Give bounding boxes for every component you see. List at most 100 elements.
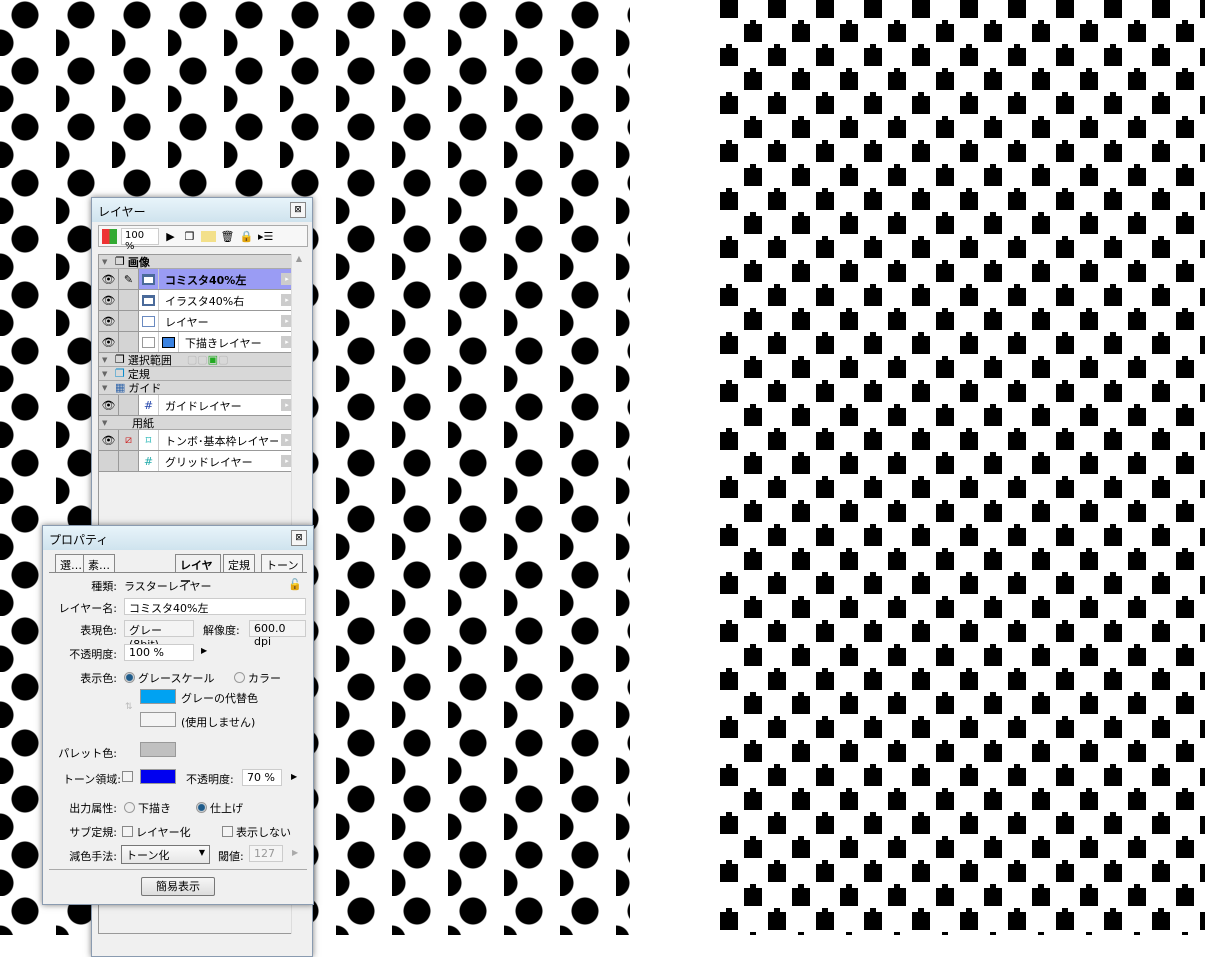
close-icon[interactable]: ⊠	[290, 202, 306, 218]
edit-slot[interactable]	[119, 311, 139, 331]
collapse-icon[interactable]: ▼	[102, 356, 112, 364]
layer-thumb-icon	[139, 269, 159, 289]
lock-icon[interactable]: 🔒	[239, 229, 254, 244]
palette-color-swatch[interactable]	[140, 742, 176, 757]
draft-layer-icon	[159, 332, 179, 352]
tone-opacity-input[interactable]: 70 %	[242, 769, 282, 786]
layer-panel-title: レイヤー	[98, 205, 146, 219]
threshold-arrow-icon[interactable]: ▶	[292, 848, 298, 857]
tab-layer[interactable]: レイヤー	[175, 554, 221, 588]
divider	[49, 869, 307, 870]
selection-icon: ❐	[115, 353, 125, 366]
to-layer-checkbox[interactable]: レイヤー化	[122, 824, 191, 840]
opacity-label: 不透明度:	[69, 648, 117, 661]
eye-icon[interactable]: 👁	[99, 290, 119, 310]
resolution-label: 解像度:	[203, 624, 240, 637]
eye-icon[interactable]: 👁	[99, 332, 119, 352]
tone-opacity-label: 不透明度:	[186, 773, 234, 786]
folder-icon[interactable]	[201, 230, 216, 242]
layer-row[interactable]: # グリッドレイヤー ▸	[99, 451, 296, 472]
lock-icon[interactable]: 🔓	[288, 578, 302, 591]
opacity-arrow-icon[interactable]: ▶	[163, 229, 178, 244]
unused-color-swatch[interactable]	[140, 712, 176, 727]
swap-icon[interactable]: ⇅	[125, 702, 133, 712]
group-guide[interactable]: ▼ ▦ ガイド	[99, 381, 296, 395]
group-label: 用紙	[132, 416, 154, 430]
layer-name: レイヤー	[165, 316, 209, 329]
tab-material[interactable]: 素…	[83, 554, 115, 573]
eye-icon[interactable]: 👁	[99, 311, 119, 331]
checkbox-label: 表示しない	[236, 826, 291, 839]
layer-row[interactable]: 👁 ✎ コミスタ40%左 ▸	[99, 269, 296, 290]
new-layer-icon[interactable]: ❐	[182, 229, 197, 244]
layer-panel-titlebar[interactable]: レイヤー ⊠	[92, 198, 312, 222]
layer-name: グリッドレイヤー	[165, 456, 253, 469]
group-image[interactable]: ▼ ❐ 画像	[99, 255, 296, 269]
trash-icon[interactable]: 🗑	[220, 229, 235, 244]
layer-row[interactable]: 👁 下描きレイヤー ▸	[99, 332, 296, 353]
layer-row[interactable]: 👁 イラスタ40%右 ▸	[99, 290, 296, 311]
reduce-method-select[interactable]: トーン化 ▼	[121, 845, 210, 864]
tone-opacity-arrow-icon[interactable]: ▶	[291, 772, 297, 781]
tab-tone[interactable]: トーン	[261, 554, 304, 573]
group-label: ガイド	[128, 381, 162, 395]
opacity-slider-arrow-icon[interactable]: ▶	[201, 646, 207, 655]
radio-draft[interactable]: 下描き	[124, 800, 171, 816]
layer-row[interactable]: 👁 ⧄ ⌑ トンボ･基本枠レイヤー ▸	[99, 430, 296, 451]
edit-slot[interactable]	[119, 451, 139, 471]
panel-menu-icon[interactable]: ▸☰	[258, 229, 273, 244]
properties-titlebar[interactable]: プロパティ ⊠	[43, 526, 313, 550]
sub-ruler-label: サブ定規:	[69, 826, 117, 839]
edit-slot[interactable]	[119, 332, 139, 352]
layer-row[interactable]: 👁 # ガイドレイヤー ▸	[99, 395, 296, 416]
opacity-input[interactable]: 100 %	[124, 644, 194, 661]
color-mode-value: グレー(8bit)	[124, 620, 194, 651]
edit-slot[interactable]	[119, 395, 139, 415]
threshold-input[interactable]: 127	[249, 845, 283, 862]
grid-layer-icon: #	[139, 451, 159, 471]
no-edit-icon[interactable]: ⧄	[119, 430, 139, 450]
layer-thumb-icon	[139, 311, 159, 331]
edit-slot[interactable]	[119, 290, 139, 310]
reduce-method-label: 減色手法:	[69, 850, 117, 863]
collapse-icon[interactable]: ▼	[102, 258, 112, 266]
layer-row[interactable]: 👁 レイヤー ▸	[99, 311, 296, 332]
hide-checkbox[interactable]: 表示しない	[222, 824, 291, 840]
guide-icon: ▦	[115, 381, 126, 394]
eye-icon[interactable]: 👁	[99, 269, 119, 289]
radio-label: 下描き	[138, 802, 171, 815]
collapse-icon[interactable]: ▼	[102, 384, 112, 392]
selection-tools-icon[interactable]: ▢▢▣▢	[187, 353, 229, 366]
unused-label: (使用しません)	[181, 716, 256, 729]
collapse-icon[interactable]: ▼	[102, 419, 112, 427]
collapse-icon[interactable]: ▼	[102, 370, 112, 378]
layer-thumb-icon	[139, 290, 159, 310]
eye-icon[interactable]: 👁	[99, 395, 119, 415]
layer-color-icon[interactable]	[102, 228, 117, 244]
layer-name-input[interactable]: コミスタ40%左	[124, 598, 306, 615]
chevron-down-icon: ▼	[198, 848, 205, 857]
pattern-svg	[718, 0, 1205, 935]
radio-color[interactable]: カラー	[234, 670, 281, 686]
threshold-label: 閾値:	[218, 850, 244, 863]
type-label: 種類:	[91, 580, 117, 593]
layer-opacity-input[interactable]: 100 %	[121, 227, 159, 252]
canvas-right-pattern	[718, 0, 1205, 935]
layer-name: コミスタ40%左	[165, 274, 247, 287]
pen-icon[interactable]: ✎	[119, 269, 139, 289]
ruler-icon: ❐	[115, 367, 125, 380]
eye-icon[interactable]: 👁	[99, 430, 119, 450]
tone-area-checkbox[interactable]	[122, 771, 136, 784]
close-icon[interactable]: ⊠	[291, 530, 307, 546]
tone-color-swatch[interactable]	[140, 769, 176, 784]
radio-label: カラー	[248, 672, 281, 685]
tab-ruler[interactable]: 定規	[223, 554, 255, 573]
radio-finish[interactable]: 仕上げ	[196, 800, 243, 816]
layer-name: 下描きレイヤー	[185, 337, 262, 350]
eye-slot[interactable]	[99, 451, 119, 471]
simple-view-button[interactable]: 簡易表示	[141, 877, 215, 896]
radio-grayscale[interactable]: グレースケール	[124, 670, 214, 686]
scroll-up-icon[interactable]: ▲	[292, 254, 306, 263]
gray-alt-color-swatch[interactable]	[140, 689, 176, 704]
group-paper[interactable]: ▼ 用紙	[99, 416, 296, 430]
